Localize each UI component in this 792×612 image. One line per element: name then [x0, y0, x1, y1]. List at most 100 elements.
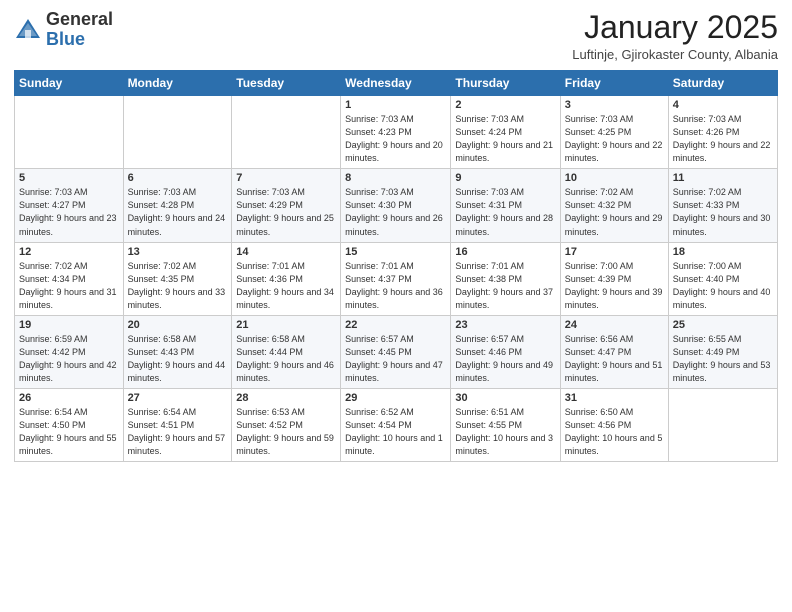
logo-blue-text: Blue: [46, 29, 85, 49]
day-number: 19: [19, 319, 119, 331]
weekday-header-row: SundayMondayTuesdayWednesdayThursdayFrid…: [15, 71, 778, 96]
day-cell: 26 Sunrise: 6:54 AM Sunset: 4:50 PM Dayli…: [15, 388, 124, 461]
day-info: Sunrise: 6:54 AM Sunset: 4:50 PM Dayligh…: [19, 406, 119, 458]
day-info: Sunrise: 7:02 AM Sunset: 4:33 PM Dayligh…: [673, 186, 773, 238]
weekday-header-tuesday: Tuesday: [232, 71, 341, 96]
logo-general-text: General: [46, 9, 113, 29]
week-row-3: 12Sunrise: 7:02 AM Sunset: 4:34 PM Dayli…: [15, 242, 778, 315]
day-number: 3: [565, 99, 664, 111]
day-cell: 14 Sunrise: 7:01 AM Sunset: 4:36 PM Dayli…: [232, 242, 341, 315]
day-number: 21: [236, 319, 336, 331]
day-cell: [232, 96, 341, 169]
logo: General Blue: [14, 10, 113, 50]
day-info: Sunrise: 7:03 AM Sunset: 4:31 PM Dayligh…: [455, 186, 555, 238]
day-number: 10: [565, 172, 664, 184]
day-number: 6: [128, 172, 228, 184]
day-cell: 7 Sunrise: 7:03 AM Sunset: 4:29 PM Daylig…: [232, 169, 341, 242]
header: General Blue January 2025 Luftinje, Gjir…: [14, 10, 778, 62]
location-subtitle: Luftinje, Gjirokaster County, Albania: [572, 47, 778, 62]
day-number: 26: [19, 392, 119, 404]
weekday-header-saturday: Saturday: [668, 71, 777, 96]
day-number: 14: [236, 246, 336, 258]
day-info: Sunrise: 7:03 AM Sunset: 4:23 PM Dayligh…: [345, 113, 446, 165]
day-cell: 31 Sunrise: 6:50 AM Sunset: 4:56 PM Dayli…: [560, 388, 668, 461]
day-info: Sunrise: 6:51 AM Sunset: 4:55 PM Dayligh…: [455, 406, 555, 458]
day-number: 7: [236, 172, 336, 184]
day-info: Sunrise: 6:54 AM Sunset: 4:51 PM Dayligh…: [128, 406, 228, 458]
day-info: Sunrise: 7:00 AM Sunset: 4:39 PM Dayligh…: [565, 260, 664, 312]
weekday-header-friday: Friday: [560, 71, 668, 96]
day-info: Sunrise: 7:03 AM Sunset: 4:28 PM Dayligh…: [128, 186, 228, 238]
day-info: Sunrise: 7:03 AM Sunset: 4:27 PM Dayligh…: [19, 186, 119, 238]
day-info: Sunrise: 6:58 AM Sunset: 4:44 PM Dayligh…: [236, 333, 336, 385]
day-number: 18: [673, 246, 773, 258]
day-cell: 8 Sunrise: 7:03 AM Sunset: 4:30 PM Daylig…: [341, 169, 451, 242]
day-info: Sunrise: 6:52 AM Sunset: 4:54 PM Dayligh…: [345, 406, 446, 458]
day-number: 20: [128, 319, 228, 331]
day-cell: 18Sunrise: 7:00 AM Sunset: 4:40 PM Dayli…: [668, 242, 777, 315]
day-cell: 25 Sunrise: 6:55 AM Sunset: 4:49 PM Dayli…: [668, 315, 777, 388]
day-info: Sunrise: 7:02 AM Sunset: 4:32 PM Dayligh…: [565, 186, 664, 238]
day-number: 24: [565, 319, 664, 331]
week-row-4: 19 Sunrise: 6:59 AM Sunset: 4:42 PM Dayli…: [15, 315, 778, 388]
day-info: Sunrise: 7:03 AM Sunset: 4:29 PM Dayligh…: [236, 186, 336, 238]
day-cell: 23 Sunrise: 6:57 AM Sunset: 4:46 PM Dayli…: [451, 315, 560, 388]
day-number: 5: [19, 172, 119, 184]
day-number: 30: [455, 392, 555, 404]
day-info: Sunrise: 6:58 AM Sunset: 4:43 PM Dayligh…: [128, 333, 228, 385]
day-cell: 17 Sunrise: 7:00 AM Sunset: 4:39 PM Dayli…: [560, 242, 668, 315]
day-number: 4: [673, 99, 773, 111]
day-cell: 29 Sunrise: 6:52 AM Sunset: 4:54 PM Dayli…: [341, 388, 451, 461]
weekday-header-thursday: Thursday: [451, 71, 560, 96]
calendar-table: SundayMondayTuesdayWednesdayThursdayFrid…: [14, 70, 778, 462]
day-info: Sunrise: 6:56 AM Sunset: 4:47 PM Dayligh…: [565, 333, 664, 385]
day-info: Sunrise: 7:01 AM Sunset: 4:38 PM Dayligh…: [455, 260, 555, 312]
day-cell: 24 Sunrise: 6:56 AM Sunset: 4:47 PM Dayli…: [560, 315, 668, 388]
day-number: 16: [455, 246, 555, 258]
day-info: Sunrise: 6:55 AM Sunset: 4:49 PM Dayligh…: [673, 333, 773, 385]
day-number: 11: [673, 172, 773, 184]
day-cell: 11 Sunrise: 7:02 AM Sunset: 4:33 PM Dayli…: [668, 169, 777, 242]
day-info: Sunrise: 6:57 AM Sunset: 4:45 PM Dayligh…: [345, 333, 446, 385]
logo-icon: [14, 16, 42, 44]
day-cell: 2Sunrise: 7:03 AM Sunset: 4:24 PM Daylig…: [451, 96, 560, 169]
day-cell: 16 Sunrise: 7:01 AM Sunset: 4:38 PM Dayli…: [451, 242, 560, 315]
day-cell: 30 Sunrise: 6:51 AM Sunset: 4:55 PM Dayli…: [451, 388, 560, 461]
day-cell: 9 Sunrise: 7:03 AM Sunset: 4:31 PM Daylig…: [451, 169, 560, 242]
day-info: Sunrise: 7:01 AM Sunset: 4:36 PM Dayligh…: [236, 260, 336, 312]
day-cell: 12Sunrise: 7:02 AM Sunset: 4:34 PM Dayli…: [15, 242, 124, 315]
day-number: 28: [236, 392, 336, 404]
day-info: Sunrise: 7:03 AM Sunset: 4:30 PM Dayligh…: [345, 186, 446, 238]
day-number: 12: [19, 246, 119, 258]
week-row-2: 5 Sunrise: 7:03 AM Sunset: 4:27 PM Daylig…: [15, 169, 778, 242]
day-number: 23: [455, 319, 555, 331]
day-number: 31: [565, 392, 664, 404]
day-cell: [668, 388, 777, 461]
day-number: 29: [345, 392, 446, 404]
day-cell: 28Sunrise: 6:53 AM Sunset: 4:52 PM Dayli…: [232, 388, 341, 461]
day-info: Sunrise: 7:01 AM Sunset: 4:37 PM Dayligh…: [345, 260, 446, 312]
day-number: 25: [673, 319, 773, 331]
day-cell: [15, 96, 124, 169]
day-info: Sunrise: 7:02 AM Sunset: 4:35 PM Dayligh…: [128, 260, 228, 312]
day-info: Sunrise: 6:57 AM Sunset: 4:46 PM Dayligh…: [455, 333, 555, 385]
page: General Blue January 2025 Luftinje, Gjir…: [0, 0, 792, 612]
day-cell: 6 Sunrise: 7:03 AM Sunset: 4:28 PM Daylig…: [123, 169, 232, 242]
day-cell: 27Sunrise: 6:54 AM Sunset: 4:51 PM Dayli…: [123, 388, 232, 461]
week-row-5: 26 Sunrise: 6:54 AM Sunset: 4:50 PM Dayli…: [15, 388, 778, 461]
day-cell: [123, 96, 232, 169]
day-cell: 13 Sunrise: 7:02 AM Sunset: 4:35 PM Dayli…: [123, 242, 232, 315]
day-info: Sunrise: 6:50 AM Sunset: 4:56 PM Dayligh…: [565, 406, 664, 458]
day-cell: 21 Sunrise: 6:58 AM Sunset: 4:44 PM Dayli…: [232, 315, 341, 388]
weekday-header-monday: Monday: [123, 71, 232, 96]
day-cell: 3Sunrise: 7:03 AM Sunset: 4:25 PM Daylig…: [560, 96, 668, 169]
day-number: 17: [565, 246, 664, 258]
day-info: Sunrise: 6:59 AM Sunset: 4:42 PM Dayligh…: [19, 333, 119, 385]
day-number: 9: [455, 172, 555, 184]
day-number: 15: [345, 246, 446, 258]
day-number: 8: [345, 172, 446, 184]
day-cell: 20 Sunrise: 6:58 AM Sunset: 4:43 PM Dayli…: [123, 315, 232, 388]
day-number: 13: [128, 246, 228, 258]
day-cell: 10 Sunrise: 7:02 AM Sunset: 4:32 PM Dayli…: [560, 169, 668, 242]
day-cell: 19 Sunrise: 6:59 AM Sunset: 4:42 PM Dayli…: [15, 315, 124, 388]
